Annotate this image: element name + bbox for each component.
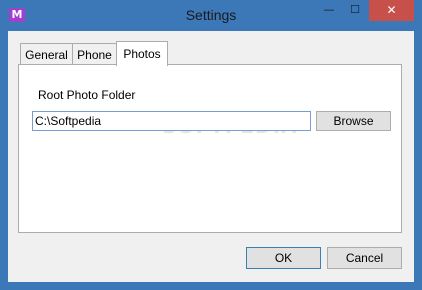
minimize-button[interactable]: —: [316, 0, 342, 21]
cancel-button[interactable]: Cancel: [327, 247, 402, 269]
browse-button[interactable]: Browse: [316, 111, 391, 131]
tab-photos[interactable]: Photos: [116, 41, 168, 66]
title-bar[interactable]: M Settings — ☐ ✕: [0, 0, 422, 31]
close-button[interactable]: ✕: [369, 0, 414, 21]
tab-phone[interactable]: Phone: [72, 43, 117, 65]
settings-window: M Settings — ☐ ✕ General Phone Photos Ro…: [0, 0, 422, 290]
photos-tab-panel: Root Photo Folder SOFTPEDIA C:\Softpedia…: [18, 64, 402, 233]
tab-general[interactable]: General: [20, 43, 73, 65]
maximize-button[interactable]: ☐: [342, 0, 368, 21]
root-folder-path-input[interactable]: C:\Softpedia: [32, 111, 311, 131]
ok-button[interactable]: OK: [246, 247, 321, 269]
dialog-client-area: General Phone Photos Root Photo Folder S…: [8, 31, 414, 282]
root-photo-folder-label: Root Photo Folder: [38, 88, 136, 102]
